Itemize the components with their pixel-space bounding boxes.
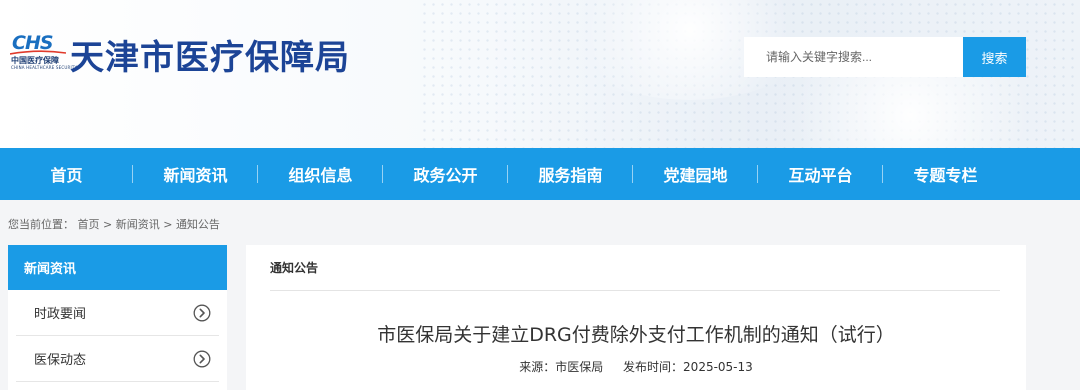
nav-item-government-affairs[interactable]: 政务公开: [383, 148, 508, 200]
nav-label: 服务指南: [538, 166, 603, 185]
nav-item-home[interactable]: 首页: [0, 148, 133, 200]
site-logo[interactable]: CHS 中国医疗保障 CHINA HEALTHCARE SECURITY 天津市…: [10, 30, 380, 78]
nav-item-news[interactable]: 新闻资讯: [133, 148, 258, 200]
sidebar-item-label: 医保动态: [34, 353, 87, 368]
nav-label: 新闻资讯: [163, 166, 228, 185]
logo-english: CHINA HEALTHCARE SECURITY: [11, 65, 78, 70]
nav-label: 党建园地: [663, 166, 728, 185]
nav-item-organization[interactable]: 组织信息: [258, 148, 383, 200]
breadcrumb-home[interactable]: 首页: [78, 218, 100, 231]
search-button[interactable]: 搜索: [963, 37, 1026, 77]
nav-label: 首页: [50, 166, 83, 185]
nav-item-special-topics[interactable]: 专题专栏: [883, 148, 1008, 200]
nav-item-interaction[interactable]: 互动平台: [758, 148, 883, 200]
nav-label: 政务公开: [413, 166, 478, 185]
search-box: 搜索: [744, 37, 1026, 77]
site-title: 天津市医疗保障局: [70, 38, 350, 78]
article-panel: 通知公告 市医保局关于建立DRG付费除外支付工作机制的通知（试行） 来源：市医保…: [246, 245, 1026, 390]
breadcrumb-prefix: 您当前位置：: [8, 218, 74, 231]
breadcrumb-notices[interactable]: 通知公告: [176, 218, 220, 231]
nav-label: 互动平台: [788, 166, 853, 185]
search-input[interactable]: [744, 37, 963, 77]
section-heading: 通知公告: [270, 245, 1000, 291]
sidebar-item-label: 时政要闻: [34, 307, 87, 322]
main-nav: 首页 新闻资讯 组织信息 政务公开 服务指南 党建园地 互动平台 专题专栏: [0, 148, 1080, 200]
breadcrumb-separator: >: [103, 218, 113, 231]
sidebar: 新闻资讯 时政要闻 医保动态: [8, 245, 227, 390]
sidebar-item-current-affairs[interactable]: 时政要闻: [16, 290, 219, 336]
article-date: 发布时间：2025-05-13: [623, 360, 753, 374]
circle-chevron-right-icon: [193, 350, 211, 368]
site-header: CHS 中国医疗保障 CHINA HEALTHCARE SECURITY 天津市…: [0, 0, 1080, 148]
nav-label: 组织信息: [288, 166, 353, 185]
chs-logo-icon: CHS 中国医疗保障 CHINA HEALTHCARE SECURITY: [10, 30, 77, 70]
article-source: 来源：市医保局: [519, 360, 604, 374]
article-meta: 来源：市医保局 发布时间：2025-05-13: [246, 358, 1026, 375]
breadcrumb-separator: >: [163, 218, 173, 231]
article-title: 市医保局关于建立DRG付费除外支付工作机制的通知（试行）: [377, 324, 895, 346]
breadcrumb-news[interactable]: 新闻资讯: [116, 218, 160, 231]
circle-chevron-right-icon: [193, 304, 211, 322]
sidebar-item-medical-insurance-news[interactable]: 医保动态: [16, 336, 219, 382]
sidebar-heading: 新闻资讯: [8, 245, 227, 290]
nav-item-service-guide[interactable]: 服务指南: [508, 148, 633, 200]
breadcrumb: 您当前位置： 首页 > 新闻资讯 > 通知公告: [8, 216, 220, 232]
nav-item-party-building[interactable]: 党建园地: [633, 148, 758, 200]
nav-label: 专题专栏: [913, 166, 978, 185]
